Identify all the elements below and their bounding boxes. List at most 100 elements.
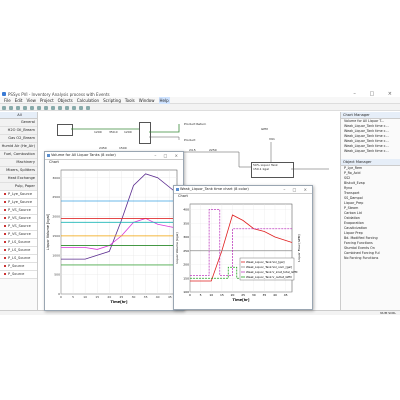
object-manager-item[interactable]: No Forcing Functions (341, 256, 400, 261)
x-tick-label: 40 (156, 295, 160, 299)
toolbar (0, 104, 400, 111)
menu-item-window[interactable]: Window (139, 97, 155, 104)
y-tick-label: 3000 (52, 176, 60, 180)
chart-manager-header: Chart Manager (341, 112, 400, 119)
x-tick-label: 0 (60, 295, 62, 299)
x-axis-label: Time[hr] (110, 300, 127, 304)
palette-category[interactable]: H2O Oil_Bream (0, 127, 37, 135)
zoom-icon[interactable] (86, 105, 90, 110)
y-tick-label: 350 (183, 221, 189, 225)
y-tick-label: 2500 (52, 195, 60, 199)
x-tick-label: 45 (168, 295, 172, 299)
object-palette: All General H2O Oil_Bream Gas O2_Bream Humi… (0, 112, 38, 310)
palette-category[interactable]: General (0, 119, 37, 127)
print-icon[interactable] (23, 105, 27, 110)
window2-title-text: Weak_Liquor_Tank time chart (8 color) (180, 187, 249, 191)
x-tick-label: 35 (144, 295, 148, 299)
palette-source-item[interactable]: P_LS_Source (0, 255, 37, 263)
menu-item-scripting[interactable]: Scripting (103, 97, 121, 104)
palette-source-item[interactable]: P_Lye_Source (0, 191, 37, 199)
menu-item-objects[interactable]: Objects (58, 97, 73, 104)
palette-category[interactable]: Pulp, Paper (0, 183, 37, 191)
menu-item-calculation[interactable]: Calculation (77, 97, 99, 104)
x-tick-label: 5 (200, 293, 202, 297)
y-tick-label: 200 (183, 263, 189, 267)
x-tick-label: 40 (273, 293, 277, 297)
y-tick-label: 1000 (52, 253, 60, 257)
legend-entry: Weak_Liquor_Tank.V_inlet_total_GPM (246, 270, 298, 274)
chart-icon[interactable] (79, 105, 83, 110)
palette-category[interactable]: Fuel, Combustion (0, 151, 37, 159)
y-axis-label-right: Liquor Flow [GPM] (297, 234, 301, 261)
chart-window-weak-liquor[interactable]: Weak_Liquor_Tank time chart (8 color) – □… (173, 185, 313, 310)
plot-area (60, 169, 178, 295)
redo-icon[interactable] (58, 105, 62, 110)
volume-chart: 3000250020001500100050000 5 10 15 20 25 30 35 40… (46, 169, 178, 304)
palette-source-item[interactable]: P_LS_Source (0, 247, 37, 255)
y-tick-label: 2000 (52, 215, 60, 219)
palette-source-item[interactable]: P_LS_Source (0, 239, 37, 247)
x-tick-label: 15 (95, 295, 99, 299)
menu-item-view[interactable]: View (26, 97, 36, 104)
stop-icon[interactable] (72, 105, 76, 110)
open-icon[interactable] (9, 105, 13, 110)
y-tick-label: 500 (54, 273, 60, 277)
x-tick-label: 0 (189, 293, 191, 297)
paste-icon[interactable] (44, 105, 48, 110)
x-tick-label: 20 (231, 293, 235, 297)
chart-manager-item[interactable]: Weak_Liquor_Tank time c... (341, 149, 400, 154)
palette-source-item[interactable]: P_Source (0, 271, 37, 279)
x-tick-label: 10 (209, 293, 213, 297)
x-tick-label: 35 (262, 293, 266, 297)
window1-title-text: Volume for All Liquor Tanks (8 color) (51, 153, 116, 157)
new-icon[interactable] (2, 105, 6, 110)
y-tick-label: 150 (183, 276, 189, 280)
palette-category[interactable]: Humid Air (He_Air) (0, 143, 37, 151)
palette-category[interactable]: Gas O2_Bream (0, 135, 37, 143)
y-tick-label: 300 (183, 235, 189, 239)
copy-icon[interactable] (37, 105, 41, 110)
undo-icon[interactable] (51, 105, 55, 110)
cut-icon[interactable] (30, 105, 34, 110)
palette-source-item[interactable]: P_VS_Source (0, 215, 37, 223)
palette-category[interactable]: Machinery (0, 159, 37, 167)
close-icon[interactable]: – □ × (283, 186, 310, 193)
chart-window-volume[interactable]: Volume for All Liquor Tanks (8 color) – □… (44, 151, 184, 311)
x-tick-label: 5 (72, 295, 74, 299)
x-axis-label: Time[hr] (232, 298, 249, 302)
palette-header: All (0, 112, 37, 119)
palette-source-item[interactable]: P_Source (0, 263, 37, 271)
legend-entry: Weak_Liquor_Tank.Vol_nom_[gal] (246, 265, 292, 269)
x-tick-label: 30 (252, 293, 256, 297)
status-right: NUM SCRL (380, 311, 396, 315)
menu-item-help[interactable]: Help (158, 97, 170, 104)
palette-source-item[interactable]: P_VS_Source (0, 231, 37, 239)
palette-source-item[interactable]: P_Lye_Source (0, 199, 37, 207)
x-tick-label: 25 (120, 295, 124, 299)
palette-source-item[interactable]: P_VS_Source (0, 207, 37, 215)
y-axis-label-left: Liquor Volume [kgal] (175, 232, 179, 263)
legend-entry: Weak_Liquor_Tank.V_outlet_GPM (246, 275, 292, 279)
legend-entry: Weak_Liquor_Tank.Vol_[gal] (246, 260, 284, 264)
palette-category[interactable]: Mixers, Splitters (0, 167, 37, 175)
y-tick-label: 250 (183, 249, 189, 253)
y-axis-label: Liquor Volume [kgal] (46, 213, 50, 250)
close-icon[interactable]: – □ × (154, 152, 181, 159)
chart-window-title[interactable]: Weak_Liquor_Tank time chart (8 color) – □… (174, 186, 312, 194)
run-icon[interactable] (65, 105, 69, 110)
palette-source-item[interactable]: P_VS_Source (0, 223, 37, 231)
menu-bar: File Edit View Project Objects Calculation Scr… (0, 97, 400, 104)
x-tick-label: 10 (83, 295, 87, 299)
save-icon[interactable] (16, 105, 20, 110)
chart-window-title[interactable]: Volume for All Liquor Tanks (8 color) – □… (45, 152, 183, 160)
x-tick-label: 45 (284, 293, 288, 297)
x-tick-label: 15 (220, 293, 224, 297)
palette-category[interactable]: Heat Exchange (0, 175, 37, 183)
weak-liquor-chart: 4003503002502001501000 5 10 15 20 25 30 35 40 45W… (175, 203, 301, 302)
x-tick-label: 25 (241, 293, 245, 297)
menu-item-edit[interactable]: Edit (15, 97, 23, 104)
menu-item-tools[interactable]: Tools (125, 97, 135, 104)
x-tick-label: 20 (107, 295, 111, 299)
menu-item-project[interactable]: Project (40, 97, 54, 104)
menu-item-file[interactable]: File (4, 97, 11, 104)
